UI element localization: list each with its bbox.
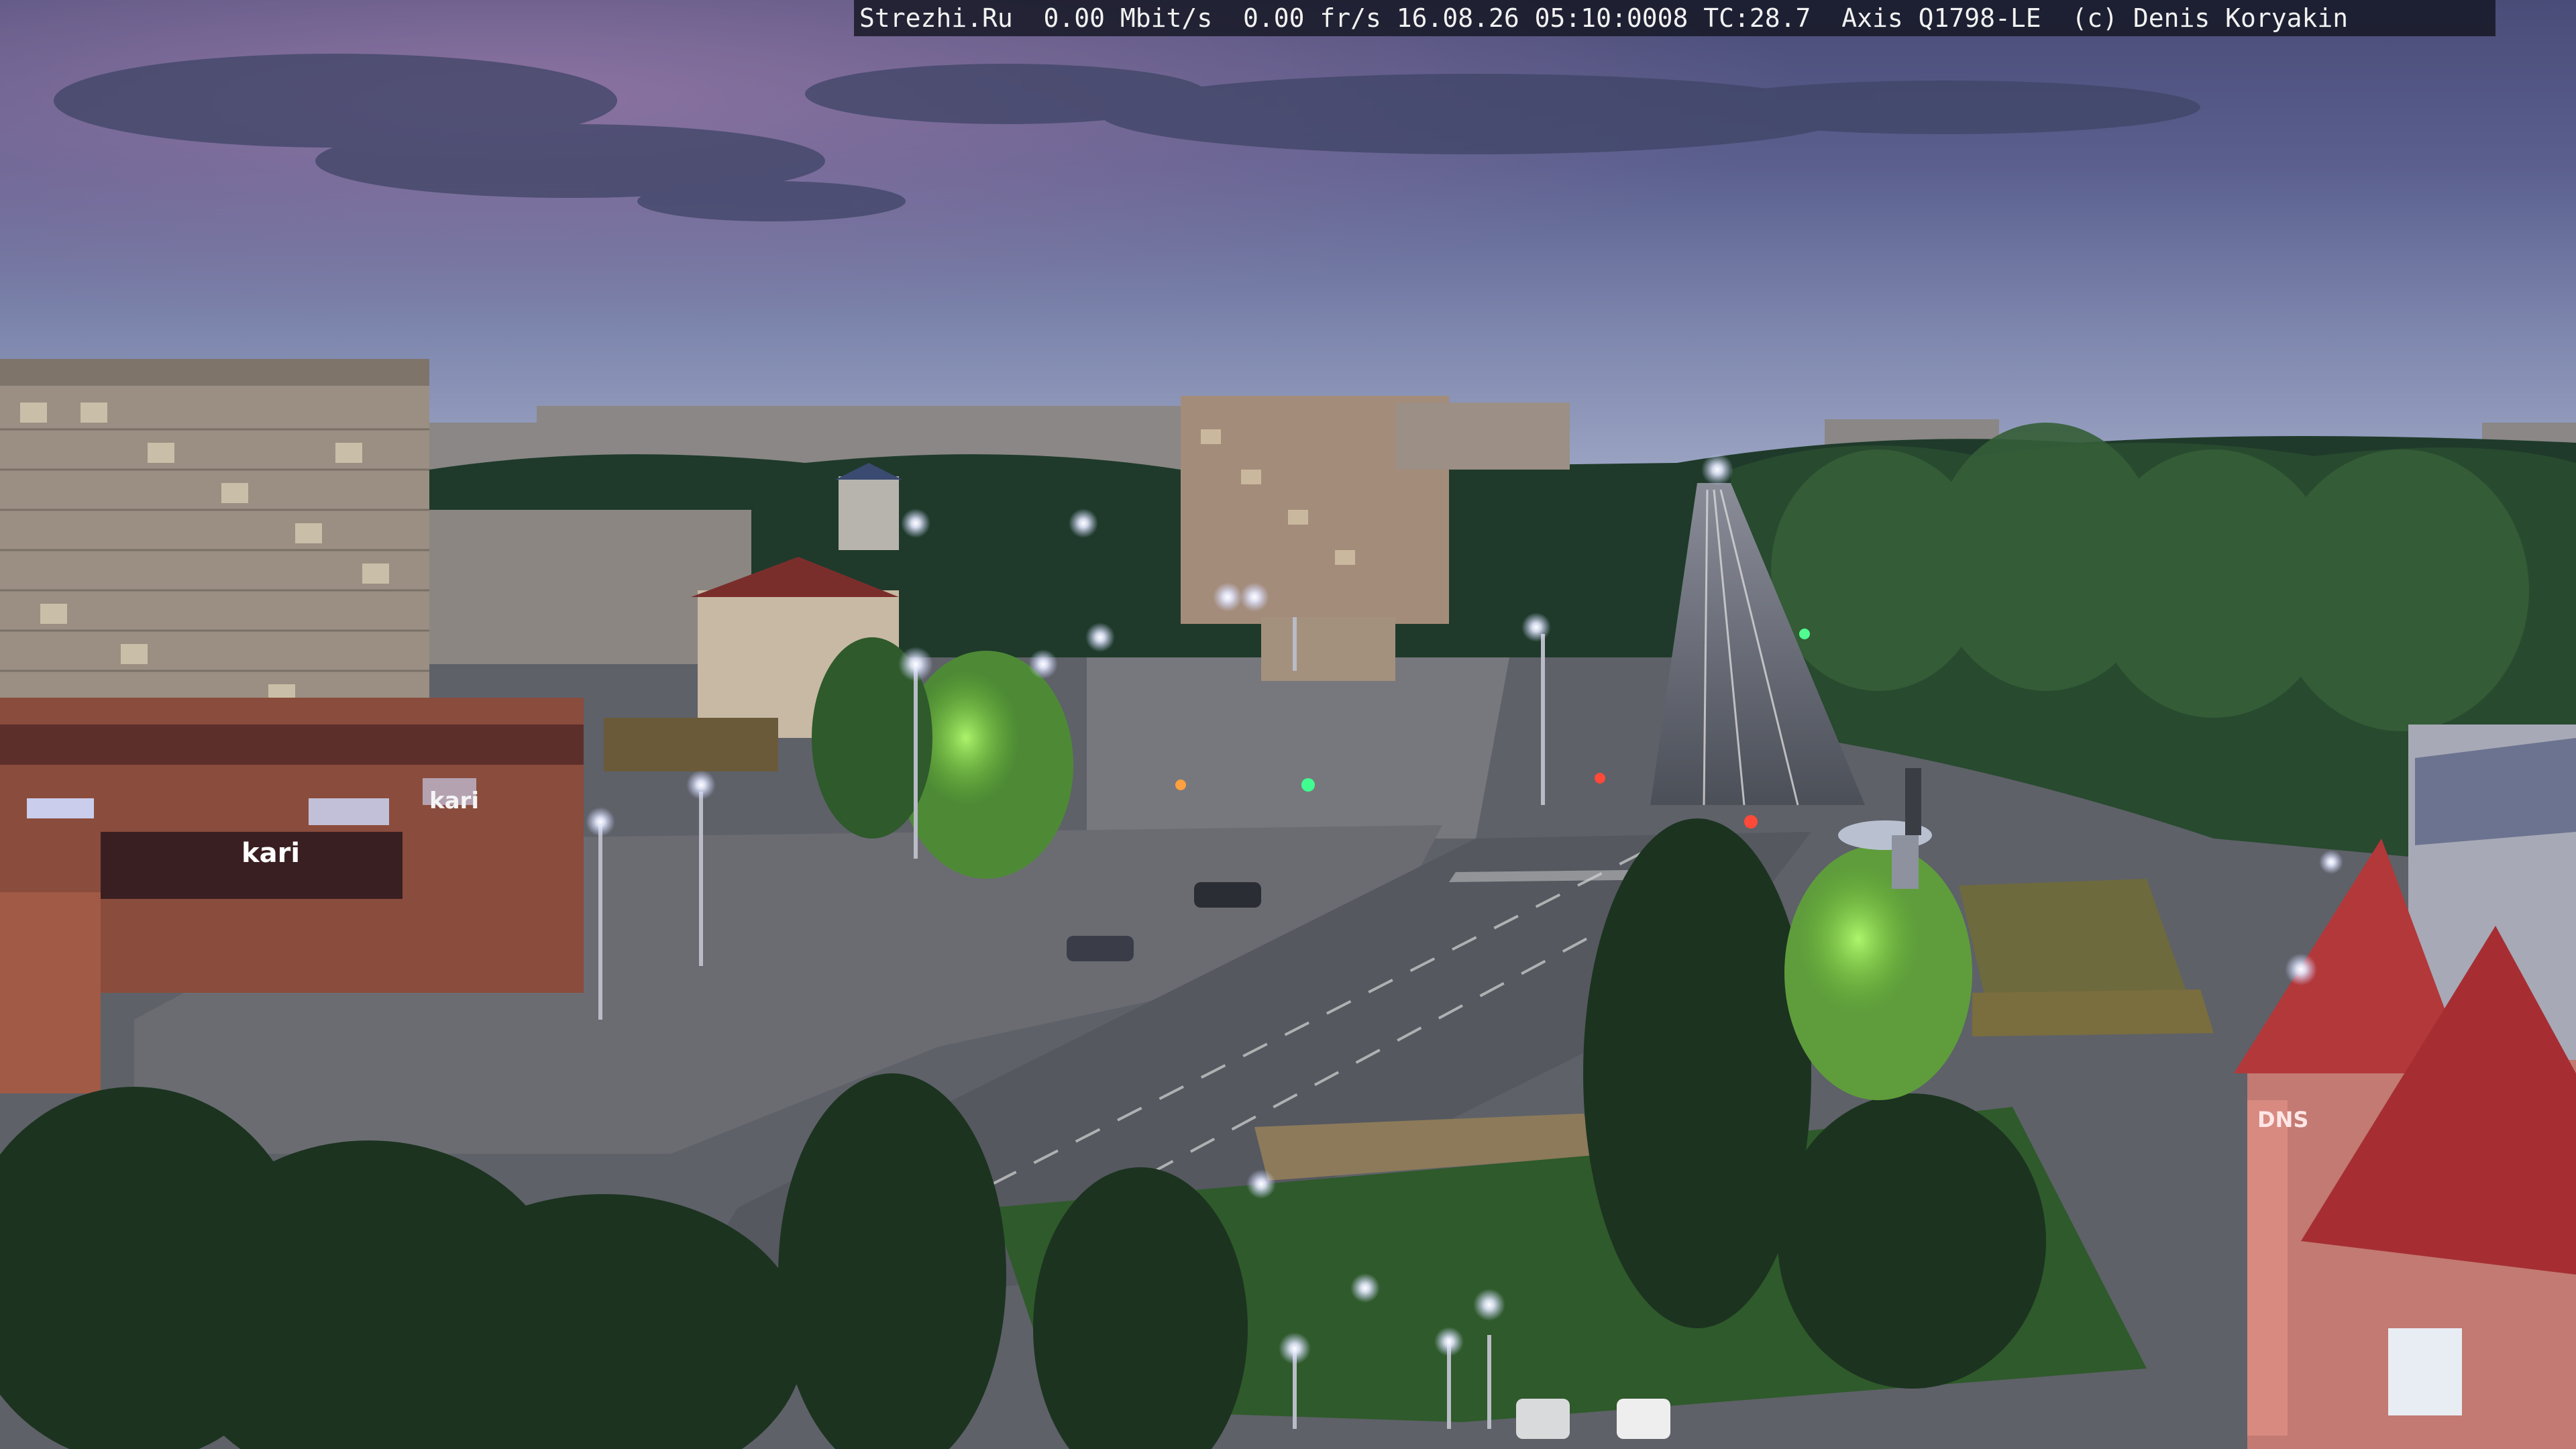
- store-sign-dns: DNS: [2257, 1107, 2308, 1132]
- store-sign-kari: kari: [241, 838, 300, 869]
- plaza: [1087, 657, 1509, 839]
- store-sign-kari-upper: kari: [429, 788, 479, 814]
- camera-overlay-banner: Strezhi.Ru 0.00 Mbit/s 0.00 fr/s 16.08.2…: [854, 0, 2496, 36]
- camera-view: kari kari DNS: [0, 0, 2576, 1449]
